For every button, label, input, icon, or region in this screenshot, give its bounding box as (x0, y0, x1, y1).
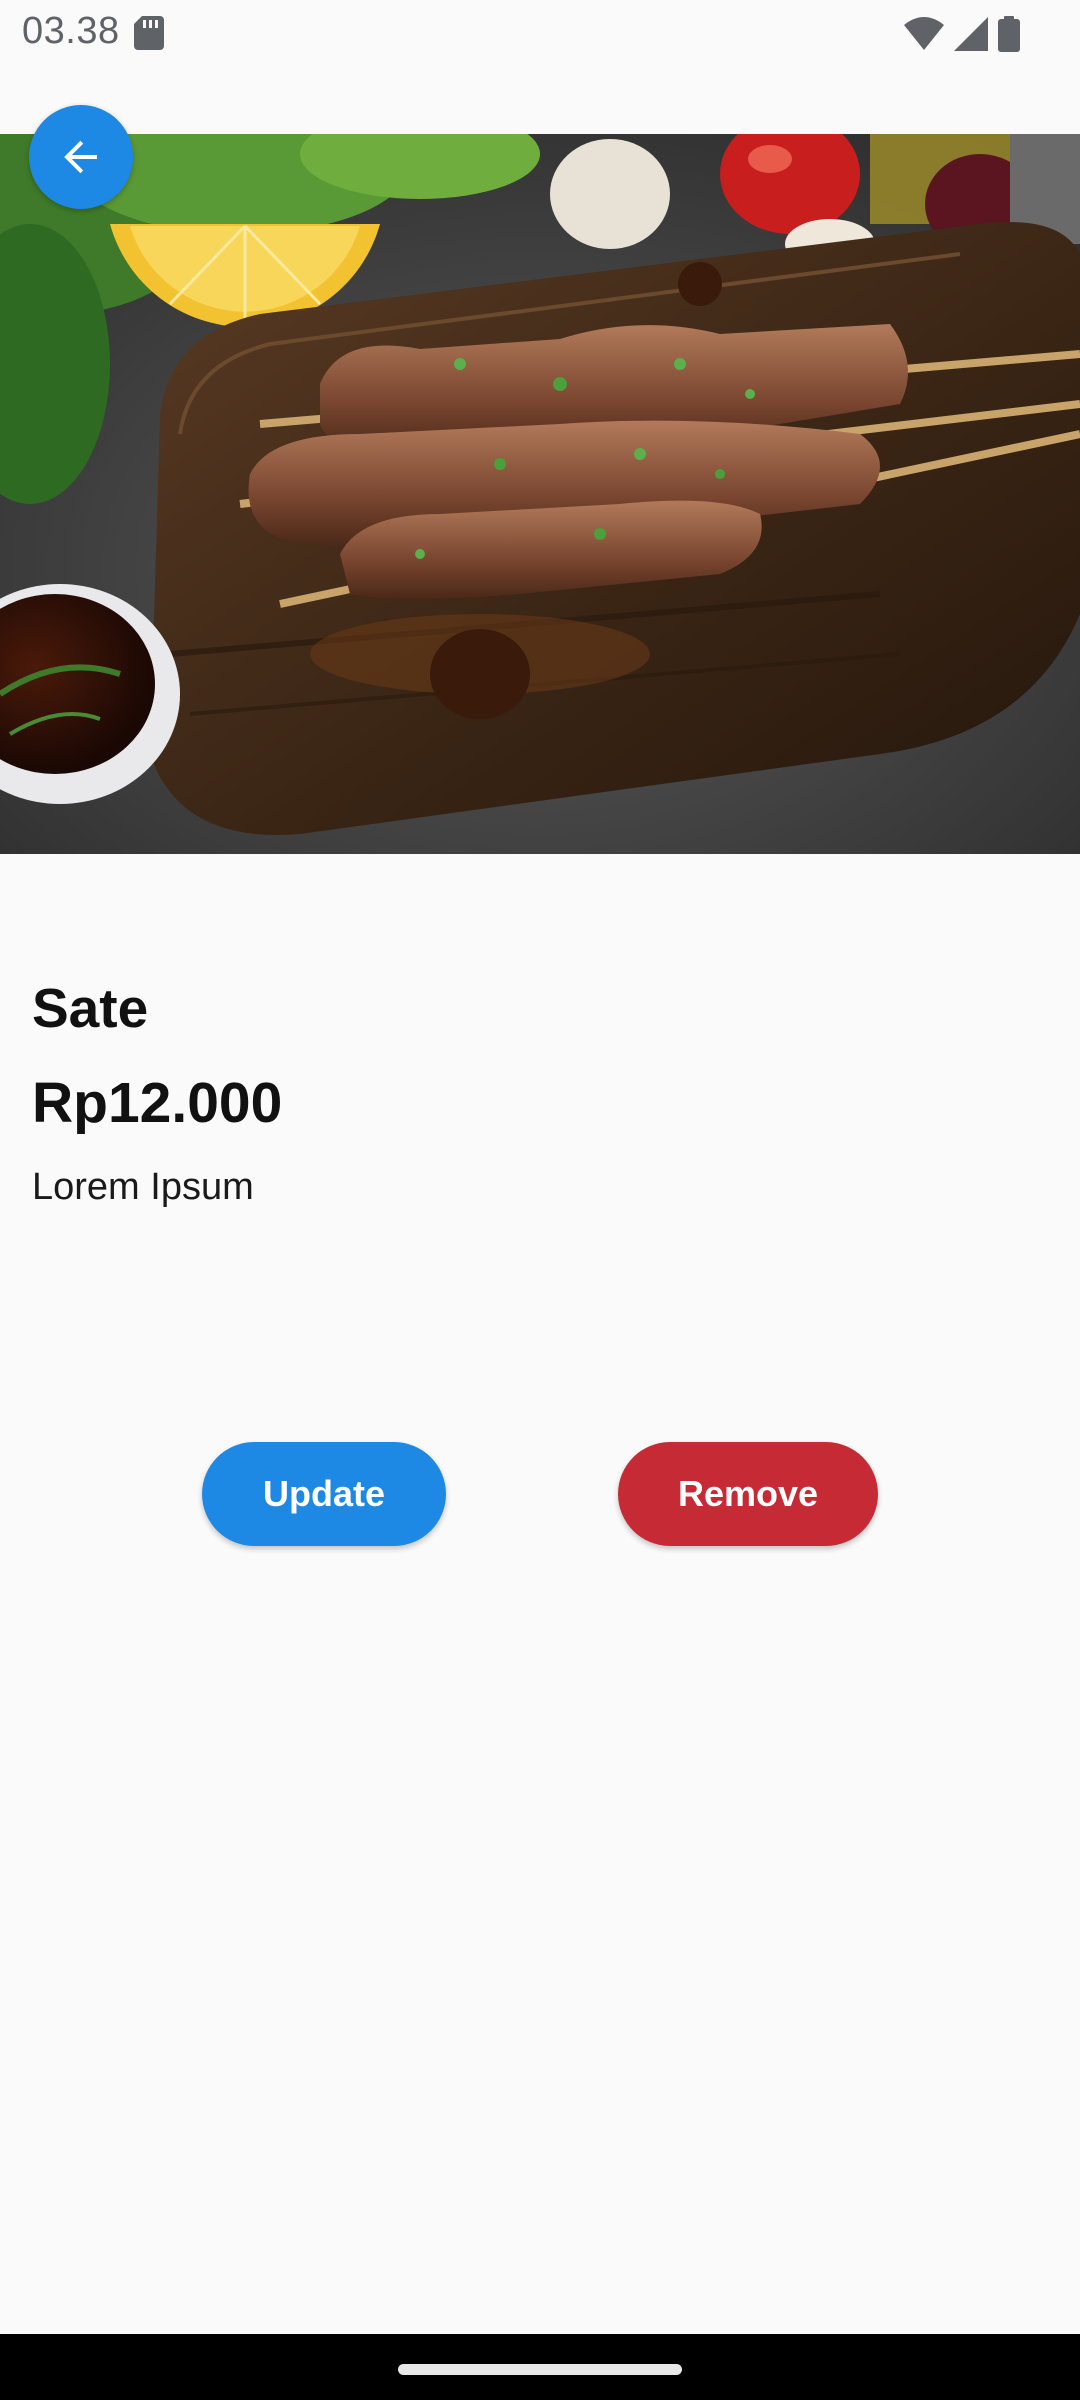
arrow-left-icon (64, 140, 97, 174)
battery-icon (998, 16, 1020, 52)
food-illustration (0, 134, 1080, 854)
status-icons (904, 14, 1020, 54)
signal-icon (954, 17, 988, 51)
navigation-bar (0, 2334, 1080, 2400)
remove-button[interactable]: Remove (618, 1442, 878, 1546)
update-button[interactable]: Update (202, 1442, 446, 1546)
product-description: Lorem Ipsum (32, 1166, 254, 1208)
sd-card-icon (134, 16, 164, 50)
food-photo (0, 134, 1080, 854)
product-detail-screen: 03.38 Sate Rp12.000 Lorem Ipsum Update R… (0, 0, 1080, 2400)
back-button[interactable] (29, 105, 133, 209)
wifi-icon (904, 17, 944, 50)
status-time: 03.38 (22, 10, 120, 52)
status-bar: 03.38 (0, 0, 1080, 134)
product-name: Sate (32, 977, 149, 1039)
home-indicator[interactable] (398, 2364, 682, 2375)
product-price: Rp12.000 (32, 1071, 283, 1135)
